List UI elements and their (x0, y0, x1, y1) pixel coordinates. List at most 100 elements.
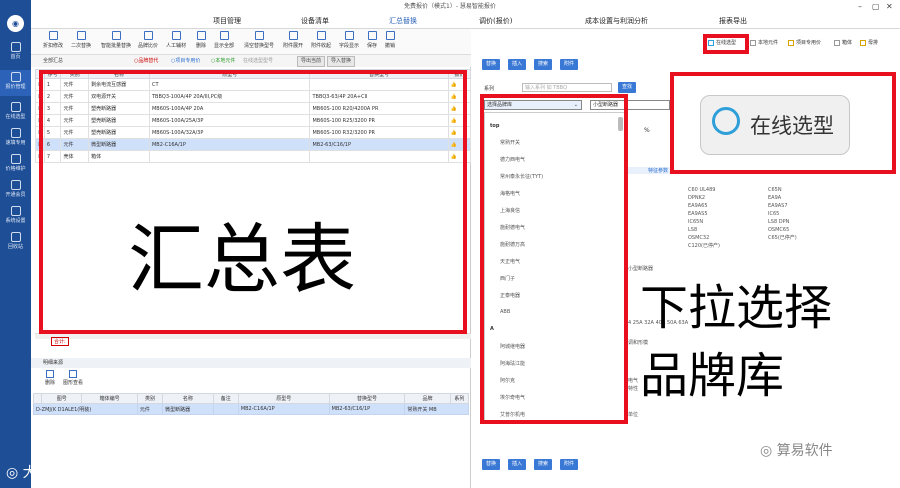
detail-delete-button[interactable]: 删除 (45, 370, 55, 386)
brand-select[interactable]: 选择品牌库 ⌄ (484, 100, 582, 110)
tab-equipment[interactable]: 设备清单 (301, 13, 329, 29)
spec-item[interactable]: OSMC32 (688, 234, 720, 242)
brand-dropdown[interactable]: top 常熟开关 德力西电气 常州泰永长征(TYT) 海格电气 上海良信 施耐德… (484, 112, 627, 424)
dropdown-option[interactable]: 海格电气 (500, 190, 520, 197)
replace-button-bottom[interactable]: 替换 (482, 459, 501, 470)
sidebar-item-home[interactable]: 首页 (0, 40, 31, 66)
discount-button[interactable]: 折扣修改 (43, 31, 63, 49)
sidebar-item-price[interactable]: 价格维护 (0, 152, 31, 178)
filter-brand-option[interactable]: ○ 品牌替代 (134, 55, 158, 67)
series-search-input[interactable]: 输入系列 如 TBBQ (522, 83, 612, 92)
row-checkbox[interactable]: ☐ (35, 90, 45, 103)
thumb-icon[interactable]: 👍 (447, 78, 472, 91)
spec-item[interactable]: DPNK2 (688, 194, 720, 202)
spec-item[interactable]: IC65N (688, 218, 720, 226)
thumb-icon[interactable]: 👍 (447, 138, 472, 151)
spec-item[interactable]: LS8 DPN (768, 218, 797, 226)
tab-project[interactable]: 项目管理 (213, 13, 241, 29)
attach-button-bottom[interactable]: 附件 (560, 459, 579, 470)
spec-item[interactable]: EA9A (768, 194, 797, 202)
dropdown-option[interactable]: 德力西电气 (500, 156, 525, 163)
spec-item[interactable]: EA9AS7 (768, 202, 797, 210)
minimize-icon[interactable]: – (858, 0, 862, 13)
sidebar-item-settings[interactable]: 系统设置 (0, 204, 31, 230)
table-row[interactable]: ☐ 2 元件 双电源开关 TBBQ3-100A/4P 20A/III,PC级 T… (35, 90, 472, 103)
dropdown-option[interactable]: 施耐德电气 (500, 224, 525, 231)
dropdown-option[interactable]: 正泰电器 (500, 292, 520, 299)
collapse-attach-button[interactable]: 附件收起 (311, 31, 331, 49)
sidebar-item-recycle[interactable]: 回收站 (0, 230, 31, 256)
save-button[interactable]: 保存 (367, 31, 377, 49)
undo-button[interactable]: 撤销 (385, 31, 395, 49)
brand-compare-button[interactable]: 品牌比价 (138, 31, 158, 49)
type-select[interactable]: 小型断路器 (590, 100, 670, 110)
thumb-icon[interactable]: 👍 (447, 102, 472, 115)
dropdown-option[interactable]: 常熟开关 (500, 139, 520, 146)
sidebar-item-vip[interactable]: 开通会员 (0, 178, 31, 204)
smart-replace-button[interactable]: 智能批量替换 (101, 31, 131, 49)
filter-model-input[interactable]: 在线选型型号 (243, 55, 273, 67)
header-check[interactable] (32, 393, 43, 404)
export-current-button[interactable]: 导出当前 (297, 56, 326, 67)
dropdown-scrollbar[interactable] (618, 117, 623, 131)
table-row[interactable]: ☐ 4 元件 塑壳断路器 MB60S-100A/25A/3P MB60S-100… (35, 114, 472, 127)
search-button-bottom[interactable]: 搜索 (534, 459, 553, 470)
spec-item[interactable]: C120(已停产) (688, 242, 720, 250)
row-checkbox[interactable]: ☐ (35, 138, 45, 151)
search-button[interactable]: 搜索 (534, 59, 553, 70)
project-price-button[interactable]: 项目专用价 (788, 36, 821, 50)
row-checkbox[interactable]: ☐ (35, 78, 45, 91)
tab-export[interactable]: 报表导出 (719, 13, 747, 29)
find-button[interactable]: 查找 (618, 82, 637, 93)
spec-item[interactable]: EA9AS5 (688, 210, 720, 218)
busbar-button[interactable]: 母排 (860, 36, 878, 50)
spec-multi-button[interactable]: 复选 (876, 167, 893, 174)
row-checkbox[interactable]: ☐ (35, 102, 45, 115)
dropdown-option[interactable]: 常州泰永长征(TYT) (500, 173, 543, 180)
detail-view-button[interactable]: 图形查看 (63, 370, 83, 386)
replace-button[interactable]: 替换 (482, 59, 501, 70)
dropdown-option[interactable]: 上海良信 (500, 207, 520, 214)
tab-adjust-price[interactable]: 调价(报价) (479, 13, 512, 29)
tab-cost-profit[interactable]: 成本设置与利润分析 (585, 13, 648, 29)
second-replace-button[interactable]: 二次替换 (71, 31, 91, 49)
table-row[interactable]: ☐ 7 壳体 箱体 👍 (35, 150, 472, 163)
spec-item[interactable]: C65N (768, 186, 797, 194)
header-check[interactable] (35, 69, 45, 79)
row-checkbox[interactable]: ☐ (35, 126, 45, 139)
clear-replace-button[interactable]: 清空替换型号 (244, 31, 274, 49)
thumb-icon[interactable]: 👍 (447, 90, 472, 103)
thumb-icon[interactable]: 👍 (447, 114, 472, 127)
filter-local-option[interactable]: ○ 本地元件 (211, 55, 235, 67)
dropdown-option[interactable]: 艾普尔机电 (500, 411, 525, 418)
sidebar-item-quote[interactable]: 报价管理 (0, 70, 31, 96)
dropdown-option[interactable]: 埃尔奇电气 (500, 394, 525, 401)
table-row[interactable]: ☐ 5 元件 塑壳断路器 MB60S-100A/32A/3P MB60S-100… (35, 126, 472, 139)
spec-item[interactable]: C65(已停产) (768, 234, 797, 242)
spec-item[interactable]: EA9A65 (688, 202, 720, 210)
filter-project-option[interactable]: ○ 项目专用价 (171, 55, 200, 67)
spec-item[interactable]: IC65 (768, 210, 797, 218)
cabinet-button[interactable]: 箱体 (834, 36, 852, 50)
field-display-button[interactable]: 字段显示 (339, 31, 359, 49)
dropdown-option[interactable]: 阿海珐江能 (500, 360, 525, 367)
detail-row[interactable]: D-ZMJ(K D1ALE1(明装) 元件 微型断路器 MB2-C16A/1P … (33, 403, 469, 415)
local-component-button[interactable]: 本地元件 (750, 36, 778, 50)
current-option[interactable]: 4 (628, 320, 631, 326)
table-row-selected[interactable]: ☐ 6 元件 微型断路器 MB2-C16A/1P MB2-63/C16/1P 👍 (35, 138, 472, 151)
table-row[interactable]: ☐ 1 元件 剩余电流互感器 CT 👍 (35, 78, 472, 91)
dropdown-option[interactable]: 施耐德万高 (500, 241, 525, 248)
delete-button[interactable]: 删除 (196, 31, 206, 49)
dropdown-option[interactable]: 阿城继电器 (500, 343, 525, 350)
online-select-button[interactable]: 在线选型 (708, 36, 736, 50)
aux-material-button[interactable]: 人工辅材 (166, 31, 186, 49)
spec-item[interactable]: LS8 (688, 226, 720, 234)
attach-button[interactable]: 附件 (560, 59, 579, 70)
close-icon[interactable]: ✕ (886, 0, 893, 13)
import-replace-button[interactable]: 导入替换 (327, 56, 356, 67)
row-checkbox[interactable]: ☐ (35, 150, 45, 163)
horizontal-scrollbar[interactable] (35, 333, 471, 339)
sidebar-item-online-select[interactable]: 在线选型 (0, 100, 31, 126)
maximize-icon[interactable]: ▢ (872, 0, 880, 13)
thumb-icon[interactable]: 👍 (447, 150, 472, 163)
